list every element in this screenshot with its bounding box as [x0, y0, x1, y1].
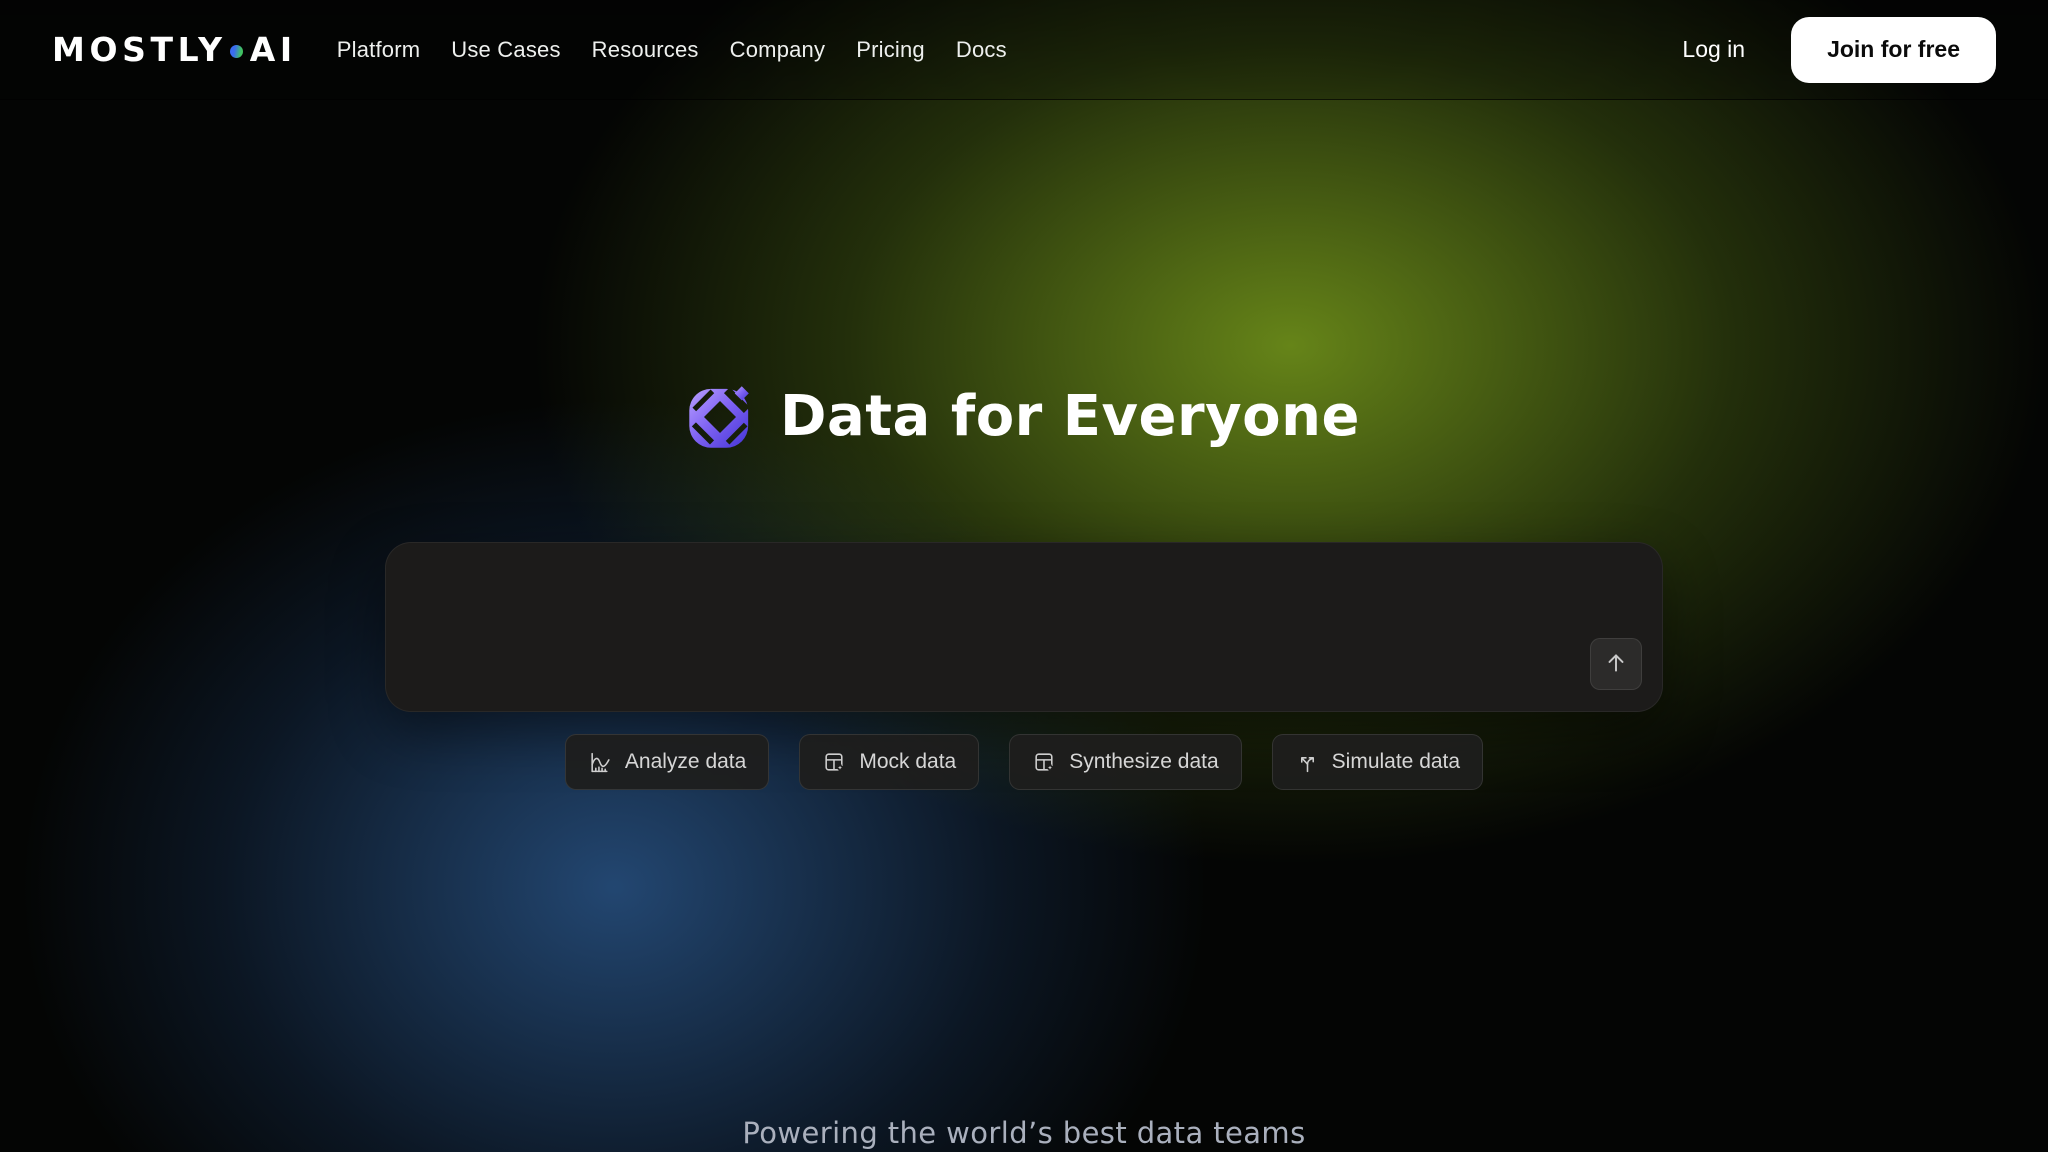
quick-action-label: Simulate data — [1332, 750, 1460, 774]
nav-item-company[interactable]: Company — [730, 37, 826, 63]
login-link[interactable]: Log in — [1682, 36, 1745, 63]
quick-action-label: Analyze data — [625, 750, 746, 774]
prompt-input[interactable] — [412, 563, 1566, 691]
logo-text-right: AI — [250, 30, 297, 69]
quick-action-analyze-data[interactable]: Analyze data — [565, 734, 769, 790]
quick-action-simulate-data[interactable]: Simulate data — [1272, 734, 1483, 790]
submit-button[interactable] — [1590, 638, 1642, 690]
brand-logo[interactable]: MOSTLY AI — [52, 30, 297, 69]
prompt-box[interactable] — [385, 542, 1663, 712]
quick-action-mock-data[interactable]: Mock data — [799, 734, 979, 790]
nav-item-resources[interactable]: Resources — [592, 37, 699, 63]
quick-action-label: Mock data — [859, 750, 956, 774]
table-sparkle-icon — [1032, 750, 1057, 775]
quick-actions-row: Analyze data Mock data Synthesize data — [0, 734, 2048, 790]
logo-text-left: MOSTLY — [52, 30, 227, 69]
quick-action-synthesize-data[interactable]: Synthesize data — [1009, 734, 1241, 790]
arrow-up-icon — [1603, 650, 1629, 679]
quick-action-label: Synthesize data — [1069, 750, 1218, 774]
top-nav-bar: MOSTLY AI Platform Use Cases Resources C… — [0, 0, 2048, 100]
table-sparkle-icon — [822, 750, 847, 775]
join-for-free-button[interactable]: Join for free — [1791, 17, 1996, 83]
sparkle-logo-icon — [688, 385, 752, 449]
logo-dot-icon — [230, 45, 243, 58]
nav-item-platform[interactable]: Platform — [337, 37, 421, 63]
histogram-chart-icon — [588, 750, 613, 775]
hero-section: Data for Everyone — [0, 384, 2048, 449]
nav-actions: Log in Join for free — [1682, 17, 1996, 83]
nav-item-use-cases[interactable]: Use Cases — [451, 37, 560, 63]
footer-tagline: Powering the world’s best data teams — [0, 1116, 2048, 1150]
hero-title: Data for Everyone — [780, 384, 1360, 449]
nav-item-pricing[interactable]: Pricing — [856, 37, 925, 63]
branch-arrows-icon — [1295, 750, 1320, 775]
main-nav: Platform Use Cases Resources Company Pri… — [337, 37, 1007, 63]
nav-item-docs[interactable]: Docs — [956, 37, 1007, 63]
